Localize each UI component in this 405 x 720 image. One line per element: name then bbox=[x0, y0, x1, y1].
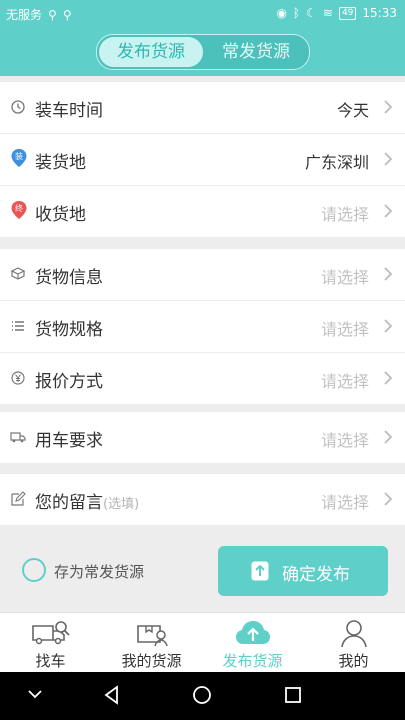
row-value: 请选择 bbox=[320, 205, 369, 224]
moon-icon: ☾ bbox=[306, 6, 317, 20]
tab-label: 发布货源 bbox=[222, 652, 283, 670]
loading-badge-text: 装 bbox=[15, 151, 23, 161]
row-cargo-spec[interactable]: 货物规格 请选择 bbox=[0, 301, 405, 353]
tab-profile[interactable]: 我的 bbox=[303, 613, 404, 673]
system-nav-bar bbox=[0, 672, 405, 720]
battery-icon: 49 bbox=[338, 6, 357, 20]
chevron-right-icon bbox=[384, 492, 393, 506]
status-bar: 无服务 ⚲ ⚲ ◉ ᛒ ☾ ≋ 49 15:33 bbox=[0, 0, 405, 28]
segment-control: 发布货源 常发货源 bbox=[96, 34, 310, 70]
confirm-publish-button[interactable]: 确定发布 bbox=[218, 546, 388, 596]
tab-my-cargo[interactable]: 我的货源 bbox=[101, 613, 202, 673]
usb-icon-2: ⚲ bbox=[62, 7, 72, 22]
chevron-right-icon bbox=[384, 100, 393, 114]
chevron-right-icon bbox=[384, 371, 393, 385]
tab-publish-cargo-nav[interactable]: 发布货源 bbox=[202, 613, 303, 673]
cargo-box-icon bbox=[10, 267, 26, 280]
upload-icon bbox=[251, 561, 269, 581]
row-label: 装车时间 bbox=[35, 101, 103, 121]
usb-icon: ⚲ bbox=[48, 7, 57, 22]
row-loading-time[interactable]: 装车时间 今天 bbox=[0, 82, 405, 134]
row-cargo-info[interactable]: 货物信息 请选择 bbox=[0, 249, 405, 301]
profile-icon bbox=[340, 620, 367, 648]
truck-icon bbox=[10, 432, 26, 443]
unloading-badge-text: 终 bbox=[15, 203, 23, 213]
chevron-right-icon bbox=[384, 152, 393, 166]
group-cargo: 货物信息 请选择 货物规格 请选择 报价方式 请选择 bbox=[0, 249, 405, 404]
chevron-right-icon bbox=[384, 204, 393, 218]
row-label: 货物规格 bbox=[35, 320, 103, 340]
tab-label: 我的 bbox=[338, 652, 369, 670]
tab-frequent-cargo[interactable]: 常发货源 bbox=[203, 35, 309, 69]
recent-apps-icon[interactable] bbox=[283, 685, 303, 705]
row-label-text: 您的留言 bbox=[35, 493, 103, 513]
clock-time: 15:33 bbox=[362, 6, 397, 20]
unloading-location-icon: 终 bbox=[11, 201, 27, 219]
row-loading-place[interactable]: 装 装货地 广东深圳 bbox=[0, 134, 405, 186]
row-value: 请选择 bbox=[320, 431, 369, 450]
chevron-right-icon bbox=[384, 430, 393, 444]
my-cargo-icon bbox=[136, 625, 168, 647]
row-value: 请选择 bbox=[320, 320, 369, 339]
row-vehicle-requirement[interactable]: 用车要求 请选择 bbox=[0, 412, 405, 463]
optional-hint: (选填) bbox=[103, 497, 140, 512]
row-value: 今天 bbox=[336, 101, 369, 120]
row-label: 用车要求 bbox=[35, 431, 103, 451]
header: 发布货源 常发货源 bbox=[0, 28, 405, 76]
collapse-icon[interactable] bbox=[26, 685, 44, 703]
bottom-tab-bar: 找车 我的货源 发布货源 我的 bbox=[0, 612, 405, 673]
row-label: 收货地 bbox=[35, 205, 86, 225]
yuan-icon bbox=[11, 371, 25, 385]
row-label: 货物信息 bbox=[35, 268, 103, 288]
row-label: 装货地 bbox=[35, 153, 86, 173]
chevron-right-icon bbox=[384, 267, 393, 281]
group-vehicle: 用车要求 请选择 bbox=[0, 412, 405, 463]
home-icon[interactable] bbox=[192, 685, 212, 705]
row-value: 请选择 bbox=[320, 372, 369, 391]
row-message[interactable]: 您的留言(选填) 请选择 bbox=[0, 474, 405, 525]
back-icon[interactable] bbox=[102, 685, 122, 705]
row-label: 您的留言(选填) bbox=[35, 488, 139, 513]
chevron-right-icon bbox=[384, 319, 393, 333]
tab-label: 找车 bbox=[35, 652, 66, 670]
publish-cargo-icon bbox=[235, 621, 270, 644]
clock-icon bbox=[11, 100, 25, 114]
confirm-publish-label: 确定发布 bbox=[282, 565, 350, 585]
row-value: 广东深圳 bbox=[304, 153, 369, 172]
bluetooth-icon: ᛒ bbox=[292, 6, 301, 20]
find-truck-icon bbox=[31, 621, 70, 645]
row-quote-method[interactable]: 报价方式 请选择 bbox=[0, 353, 405, 404]
row-label: 报价方式 bbox=[35, 372, 103, 392]
edit-icon bbox=[11, 491, 26, 506]
list-icon bbox=[12, 321, 24, 331]
tab-find-truck[interactable]: 找车 bbox=[0, 613, 101, 673]
row-value: 请选择 bbox=[320, 268, 369, 287]
group-message: 您的留言(选填) 请选择 bbox=[0, 474, 405, 525]
loading-location-icon: 装 bbox=[11, 149, 27, 167]
tab-label: 我的货源 bbox=[121, 652, 182, 670]
group-route: 装车时间 今天 装 装货地 广东深圳 终 收货地 请选择 bbox=[0, 82, 405, 237]
row-unloading-place[interactable]: 终 收货地 请选择 bbox=[0, 186, 405, 237]
location-icon: ◉ bbox=[276, 6, 287, 20]
row-value: 请选择 bbox=[320, 493, 369, 512]
save-frequent-label[interactable]: 存为常发货源 bbox=[54, 561, 144, 582]
action-bar: 存为常发货源 确定发布 bbox=[0, 532, 405, 612]
save-frequent-checkbox[interactable] bbox=[22, 558, 46, 582]
carrier-text: 无服务 bbox=[6, 8, 43, 22]
wifi-icon: ≋ bbox=[322, 6, 333, 20]
tab-publish-cargo[interactable]: 发布货源 bbox=[99, 37, 203, 67]
